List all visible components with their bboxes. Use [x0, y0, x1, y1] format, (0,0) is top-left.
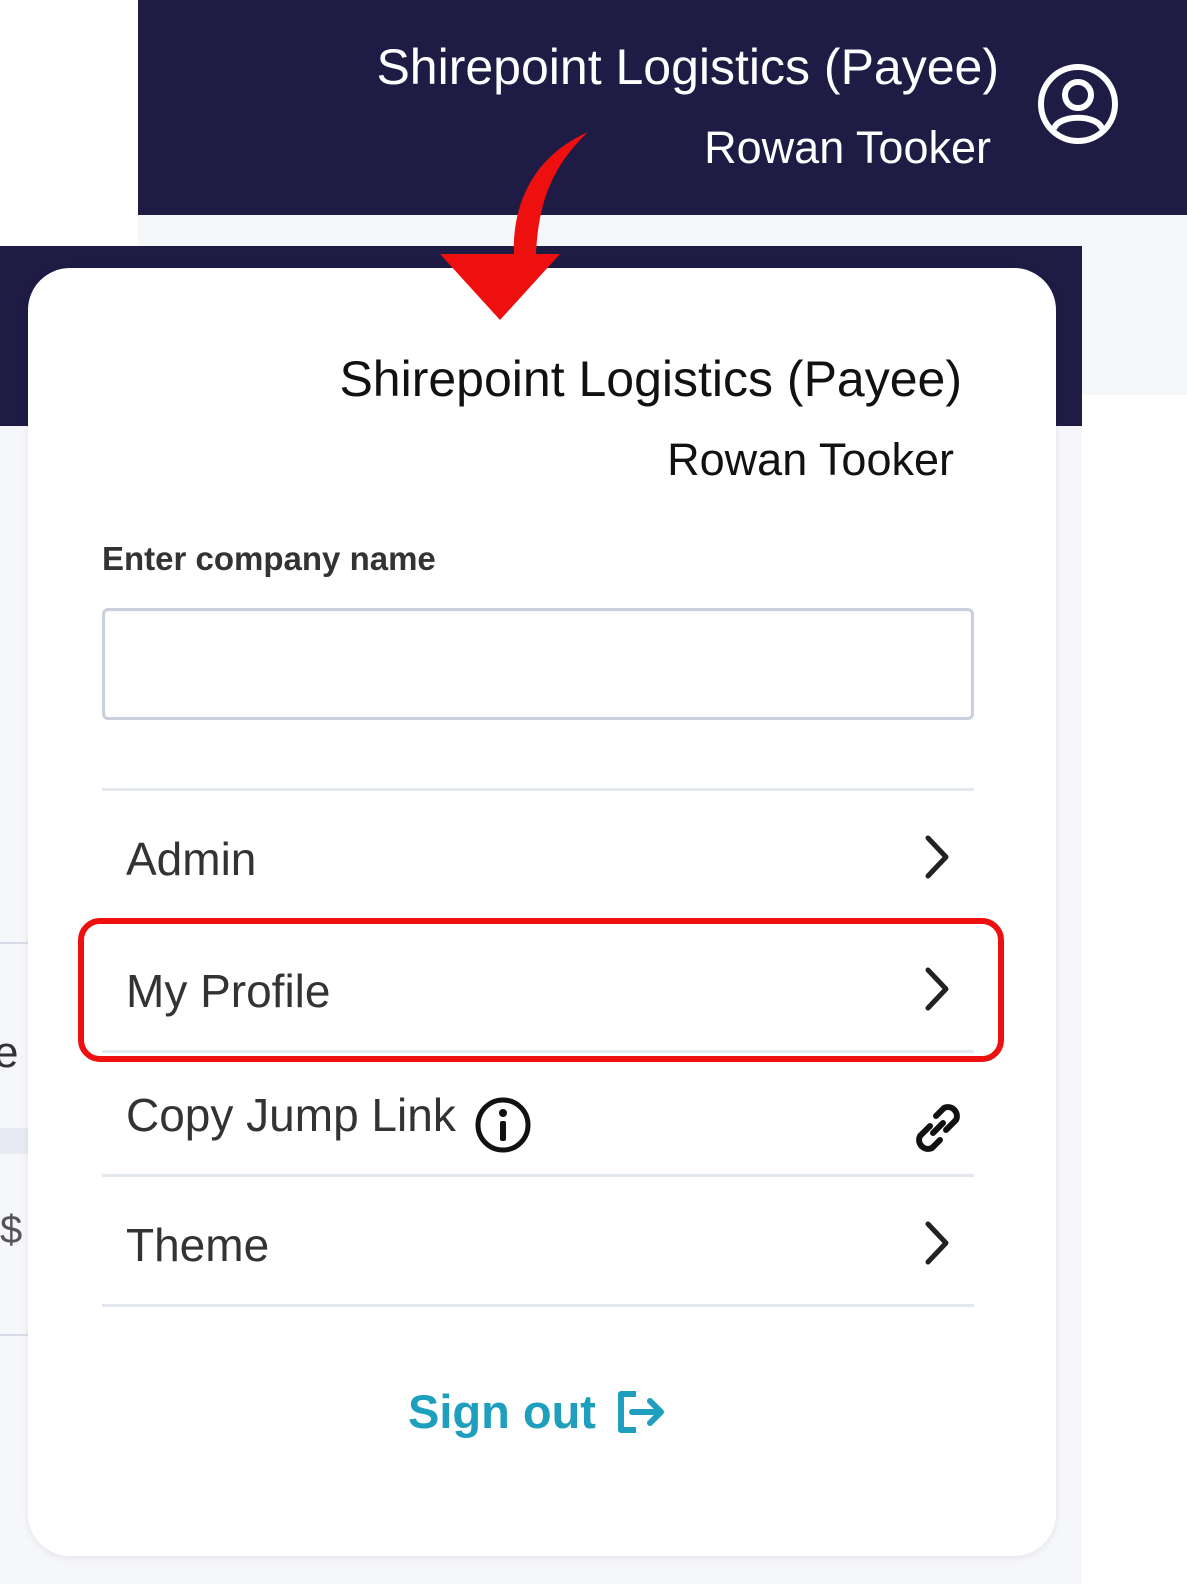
background-partial-text: e — [0, 1028, 19, 1077]
user-menu-dropdown: Shirepoint Logistics (Payee) Rowan Tooke… — [28, 268, 1056, 1556]
chevron-right-icon — [925, 1221, 949, 1265]
header-user-name: Rowan Tooker — [704, 122, 991, 173]
company-search-input[interactable] — [102, 608, 974, 720]
menu-item-label: Admin — [126, 833, 257, 885]
top-header: Shirepoint Logistics (Payee) Rowan Tooke… — [138, 0, 1187, 215]
background-partial-currency: $ — [0, 1208, 23, 1252]
menu-item-label: Copy Jump Link — [126, 1089, 456, 1141]
menu-divider — [102, 1304, 974, 1307]
info-icon[interactable] — [474, 1096, 532, 1154]
annotation-arrow-icon — [440, 132, 588, 320]
link-icon[interactable] — [906, 1096, 970, 1160]
sign-out-button[interactable]: Sign out — [408, 1384, 668, 1439]
dropdown-company-name: Shirepoint Logistics (Payee) — [339, 351, 962, 407]
menu-item-label: Theme — [126, 1219, 270, 1271]
menu-divider — [102, 788, 974, 791]
company-search-label: Enter company name — [102, 540, 436, 577]
user-circle-icon[interactable] — [1036, 62, 1120, 146]
menu-item-theme[interactable]: Theme — [102, 1184, 974, 1304]
menu-item-copy-jump-link[interactable]: Copy Jump Link — [102, 1054, 974, 1174]
menu-divider — [102, 1174, 974, 1177]
chevron-right-icon — [925, 835, 949, 879]
menu-item-admin[interactable]: Admin — [102, 798, 974, 918]
sign-out-icon — [617, 1390, 664, 1433]
my-profile-highlight-box — [78, 918, 1004, 1062]
dropdown-user-name: Rowan Tooker — [667, 434, 954, 485]
sign-out-label: Sign out — [408, 1385, 596, 1438]
header-company-name: Shirepoint Logistics (Payee) — [376, 39, 999, 95]
